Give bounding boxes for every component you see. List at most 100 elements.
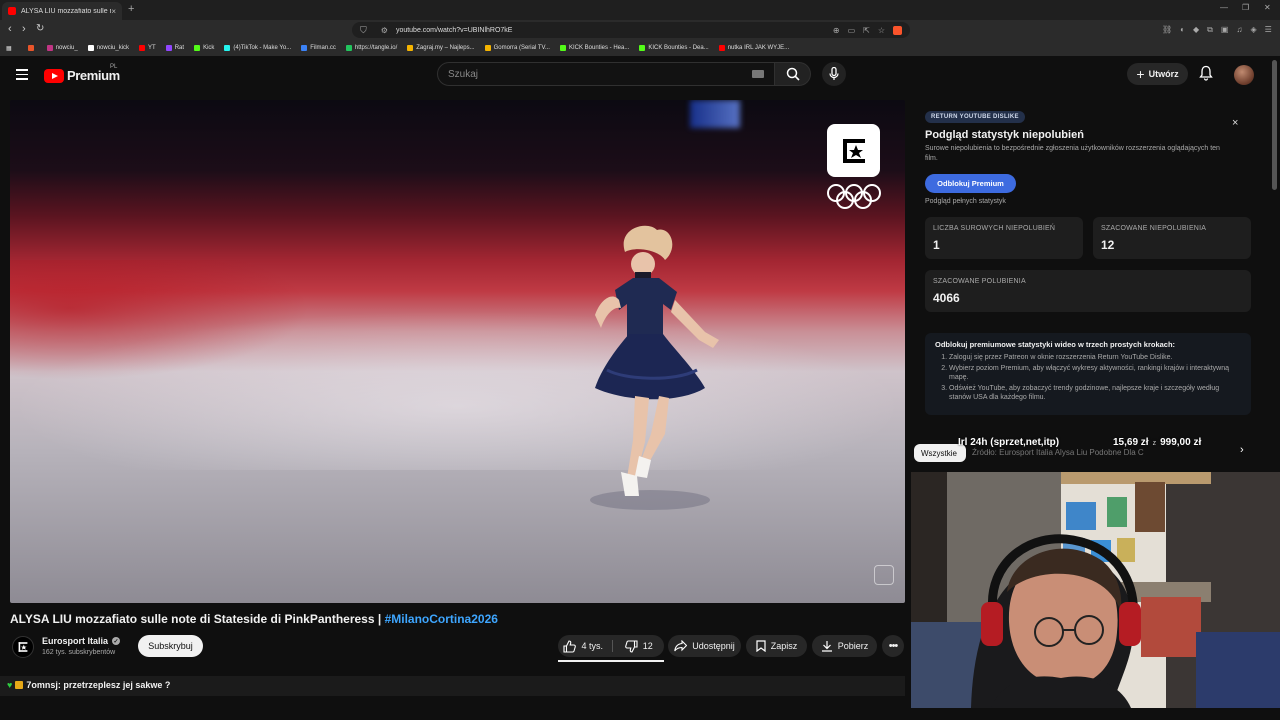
bookmark-item[interactable]: Filman.cc: [301, 45, 336, 51]
like-divider: [612, 640, 613, 652]
subscribe-button[interactable]: Subskrybuj: [138, 635, 203, 657]
raw-dislikes-card: LICZBA SUROWYCH NIEPOLUBIEŃ 1: [925, 217, 1083, 259]
maximize-icon[interactable]: ❐: [1242, 3, 1249, 12]
new-tab-button[interactable]: +: [128, 3, 134, 15]
chip-row-other[interactable]: Źródło: Eurosport Italia Alysa Liu Podob…: [972, 448, 1144, 457]
extension-icon[interactable]: ⛓: [1162, 25, 1172, 35]
zoom-icon[interactable]: ⊕: [833, 26, 840, 35]
back-icon[interactable]: ‹: [8, 23, 12, 35]
bookmark-label: nowciu_: [55, 45, 78, 51]
estimated-likes-card: SZACOWANE POLUBIENIA 4066: [925, 270, 1251, 312]
brave-shields-icon[interactable]: [893, 25, 902, 35]
close-icon[interactable]: ×: [1232, 117, 1238, 129]
puzzle-icon[interactable]: ⧉: [1207, 25, 1213, 35]
save-button[interactable]: Zapisz: [746, 635, 807, 657]
chevron-right-icon[interactable]: ›: [1240, 444, 1244, 456]
channel-name-text[interactable]: Eurosport Italia: [42, 636, 108, 646]
goal-target: 999,00 zł: [1160, 437, 1202, 448]
extension-icon[interactable]: ◐: [1180, 25, 1185, 35]
channel-name[interactable]: Eurosport Italia ✓: [42, 636, 121, 646]
bookmark-item[interactable]: (4)TikTok - Make Yo...: [224, 45, 291, 51]
like-ratio-bar: [558, 660, 664, 662]
create-label: Utwórz: [1148, 69, 1179, 79]
eurosport-watermark-icon: [874, 565, 894, 585]
bookmark-item[interactable]: KICK Bounties - Dea...: [639, 45, 709, 51]
stream-goal-title: Irl 24h (sprzet,net,itp): [958, 437, 1060, 448]
more-actions-icon[interactable]: •••: [882, 635, 904, 657]
extension-icon[interactable]: ◆: [1193, 25, 1199, 35]
bookmark-favicon-icon: [87, 45, 94, 51]
share-page-icon[interactable]: ⇱: [863, 26, 870, 35]
bookmark-favicon-icon: [484, 45, 491, 51]
bookmark-item[interactable]: nowciu_kick: [87, 45, 129, 51]
bookmark-item[interactable]: KICK Bounties - Hea...: [559, 45, 629, 51]
youtube-premium-logo[interactable]: Premium PL: [44, 64, 120, 83]
browser-tab-bar: ALYSA LIU mozzafiato sulle note × + — ❐ …: [0, 0, 1280, 20]
ryd-description: Surowe niepolubienia to bezpośrednie zgł…: [925, 145, 1220, 162]
wallet-icon[interactable]: ◈: [1250, 25, 1256, 35]
minimize-icon[interactable]: —: [1220, 3, 1228, 12]
video-player[interactable]: [10, 100, 905, 603]
download-button[interactable]: Pobierz: [812, 635, 877, 657]
tab-close-icon[interactable]: ×: [111, 7, 116, 16]
avatar[interactable]: [1234, 65, 1254, 85]
full-stats-link[interactable]: Podgląd pełnych statystyk: [925, 198, 1006, 205]
site-info-icon[interactable]: ⚙: [381, 26, 388, 35]
olympic-rings-icon: [827, 184, 881, 209]
reload-icon[interactable]: ↻: [36, 23, 44, 34]
search-button[interactable]: [775, 62, 811, 86]
raw-dislikes-value: 1: [933, 238, 940, 252]
steps-heading: Odblokuj premiumowe statystyki wideo w t…: [935, 340, 1176, 349]
step-item: Odśwież YouTube, aby zobaczyć trendy god…: [949, 384, 1241, 402]
hamburger-menu-icon[interactable]: [16, 69, 28, 80]
like-button[interactable]: 4 tys.: [558, 639, 609, 653]
video-title: ALYSA LIU mozzafiato sulle note di State…: [10, 612, 498, 626]
ryd-title: Podgląd statystyk niepolubień: [925, 129, 1084, 141]
bookmark-favicon-icon: [224, 45, 231, 51]
search-input[interactable]: Szukaj: [437, 62, 775, 86]
channel-avatar[interactable]: [12, 636, 34, 658]
ryd-badge: RETURN YOUTUBE DISLIKE: [925, 111, 1025, 123]
goal-amount: 15,69 zł: [1113, 437, 1149, 448]
bookmark-item[interactable]: [27, 45, 37, 51]
bookmark-favicon-icon: [46, 45, 53, 51]
apps-grid-icon[interactable]: ▦: [6, 45, 12, 52]
bookmark-icon[interactable]: ⛉: [360, 25, 367, 36]
page-scrollbar[interactable]: [1272, 60, 1277, 190]
forward-icon[interactable]: ›: [22, 23, 26, 35]
bookmark-item[interactable]: https://tangle.io/: [345, 45, 397, 51]
unlock-premium-button[interactable]: Odblokuj Premium: [925, 174, 1016, 193]
star-icon[interactable]: ☆: [878, 26, 885, 35]
bookmark-item[interactable]: Gomorra (Serial TV...: [484, 45, 550, 51]
country-code: PL: [110, 64, 118, 70]
bookmark-favicon-icon: [27, 45, 34, 51]
screenshot-icon[interactable]: ▭: [848, 26, 856, 35]
bookmark-item[interactable]: Rat: [165, 45, 184, 51]
create-button[interactable]: + Utwórz: [1127, 63, 1188, 85]
dislike-count: 12: [642, 641, 653, 651]
menu-icon[interactable]: ☰: [1265, 25, 1272, 35]
window-close-icon[interactable]: ✕: [1264, 3, 1271, 12]
download-label: Pobierz: [837, 641, 869, 651]
music-icon[interactable]: ♫: [1236, 25, 1242, 35]
voice-search-button[interactable]: [822, 62, 846, 86]
bookmark-item[interactable]: YT: [139, 45, 156, 51]
notifications-button[interactable]: [1199, 65, 1213, 86]
share-button[interactable]: Udostępnij: [668, 635, 741, 657]
hashtag-link[interactable]: #MilanoCortina2026: [385, 612, 498, 626]
keyboard-icon[interactable]: [752, 70, 764, 78]
url-text[interactable]: youtube.com/watch?v=UBINlhRO7kE: [396, 27, 513, 34]
dislike-button[interactable]: 12: [614, 639, 665, 653]
like-count: 4 tys.: [581, 641, 603, 651]
youtube-play-icon: [44, 68, 64, 83]
browser-tab[interactable]: ALYSA LIU mozzafiato sulle note ×: [2, 2, 122, 20]
address-bar[interactable]: ⛉ ⚙ youtube.com/watch?v=UBINlhRO7kE ⊕ ▭ …: [352, 22, 910, 38]
bookmark-item[interactable]: nowciu_: [46, 45, 78, 51]
bookmark-item[interactable]: Kick: [194, 45, 214, 51]
bookmarks-bar: ▦ nowciu_ nowciu_kick YT Rat Kick (4)TikTok -…: [0, 40, 1280, 56]
chat-overlay-message: ♥ 7omnsj: przetrzeplesz jej sakwe ?: [7, 680, 170, 690]
estimated-dislikes-label: SZACOWANE NIEPOLUBIENIA: [1101, 225, 1207, 232]
sidebar-icon[interactable]: ▣: [1221, 25, 1229, 35]
bookmark-item[interactable]: Zagraj.my – Najleps...: [407, 45, 475, 51]
bookmark-item[interactable]: nutka IRL JAK WYJE...: [718, 45, 789, 51]
